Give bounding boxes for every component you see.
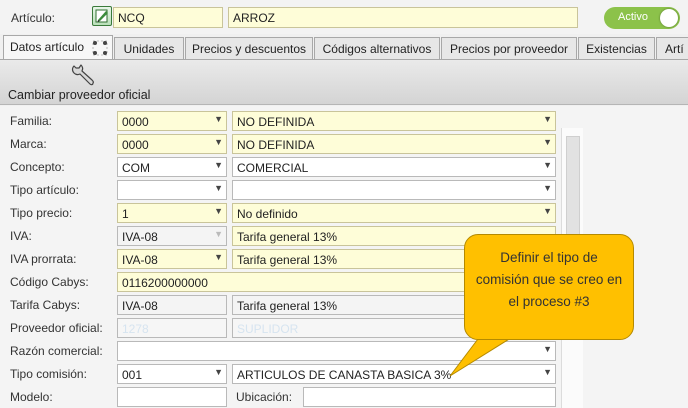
field-value: SUPLIDOR <box>237 322 299 336</box>
chevron-down-icon[interactable]: ▼ <box>543 160 552 170</box>
select-value: COMERCIAL <box>237 161 309 175</box>
select-value: NO DEFINIDA <box>237 138 315 152</box>
status-toggle-label: Activo <box>618 11 648 23</box>
select-value: 0000 <box>122 138 149 152</box>
modelo-field[interactable] <box>117 387 227 407</box>
tab-label: Códigos alternativos <box>322 42 432 56</box>
select-value: IVA-08 <box>122 253 158 267</box>
tab-codigos-alternativos[interactable]: Códigos alternativos <box>314 37 440 59</box>
chevron-down-icon[interactable]: ▼ <box>214 183 223 193</box>
familia-desc-select[interactable]: NO DEFINIDA ▼ <box>232 111 556 131</box>
field-value: Tarifa general 13% <box>237 299 338 313</box>
chevron-down-icon[interactable]: ▼ <box>543 137 552 147</box>
modelo-label: Modelo: <box>10 390 53 404</box>
tab-bar: Datos artículo Unidades Precios y descue… <box>0 35 688 60</box>
familia-label: Familia: <box>10 114 53 128</box>
wrench-icon[interactable] <box>70 63 96 87</box>
field-value: 0116200000000 <box>122 276 208 290</box>
chevron-down-icon[interactable]: ▼ <box>214 367 223 377</box>
iva-prorrata-label: IVA prorrata: <box>10 252 77 266</box>
field-value: Tarifa general 13% <box>237 253 338 267</box>
select-value: IVA-08 <box>122 230 158 244</box>
iva-label: IVA: <box>10 229 32 243</box>
chevron-down-icon[interactable]: ▼ <box>214 206 223 216</box>
select-value: 1 <box>122 207 129 221</box>
proveedor-oficial-code-field: 1278 <box>117 318 227 338</box>
article-code-field[interactable]: NCQ <box>113 7 223 28</box>
tab-existencias[interactable]: Existencias <box>578 37 655 59</box>
tab-unidades[interactable]: Unidades <box>114 37 184 59</box>
tipo-comision-label: Tipo comisión: <box>10 367 87 381</box>
tipo-precio-label: Tipo precio: <box>10 206 73 220</box>
chevron-down-icon[interactable]: ▼ <box>214 137 223 147</box>
tab-label: Precios por proveedor <box>449 42 569 56</box>
tab-precios-proveedor[interactable]: Precios por proveedor <box>441 37 577 59</box>
ubicacion-label: Ubicación: <box>236 390 293 404</box>
field-value: Tarifa general 13% <box>237 230 338 244</box>
concepto-code-select[interactable]: COM ▼ <box>117 157 227 177</box>
callout-text: Definir el tipo de comisión que se creo … <box>475 250 623 309</box>
tab-label: Precios y descuentos <box>191 42 307 56</box>
expand-icon[interactable] <box>92 40 108 56</box>
concepto-desc-select[interactable]: COMERCIAL ▼ <box>232 157 556 177</box>
tab-label: Existencias <box>586 42 647 56</box>
tab-label: Datos artículo <box>9 40 85 54</box>
cambiar-proveedor-button[interactable]: Cambiar proveedor oficial <box>8 88 150 102</box>
select-value: No definido <box>237 207 298 221</box>
select-value: COM <box>122 161 150 175</box>
chevron-down-icon[interactable]: ▼ <box>214 252 223 262</box>
select-value: NO DEFINIDA <box>237 115 315 129</box>
chevron-down-icon[interactable]: ▼ <box>543 114 552 124</box>
tab-label: Artí <box>665 42 684 56</box>
select-value: ARTICULOS DE CANASTA BASICA 3% <box>237 368 452 382</box>
tab-articulo-more[interactable]: Artí <box>656 37 688 59</box>
ubicacion-field[interactable] <box>303 387 556 407</box>
tipo-comision-code-select[interactable]: 001 ▼ <box>117 364 227 384</box>
iva-prorrata-code-select[interactable]: IVA-08 ▼ <box>117 249 227 269</box>
articulo-label: Artículo: <box>11 11 56 25</box>
codigo-cabys-label: Código Cabys: <box>10 275 89 289</box>
select-value: 001 <box>122 368 143 382</box>
status-toggle[interactable]: Activo <box>604 7 680 29</box>
concepto-label: Concepto: <box>10 160 65 174</box>
chevron-down-icon: ▼ <box>214 229 223 239</box>
tarifa-cabys-label: Tarifa Cabys: <box>10 298 81 312</box>
tipo-precio-code-select[interactable]: 1 ▼ <box>117 203 227 223</box>
tab-precios-descuentos[interactable]: Precios y descuentos <box>185 37 313 59</box>
proveedor-oficial-label: Proveedor oficial: <box>10 321 103 335</box>
tipo-articulo-code-select[interactable]: ▼ <box>117 180 227 200</box>
chevron-down-icon[interactable]: ▼ <box>214 114 223 124</box>
toggle-knob <box>660 9 678 27</box>
razon-comercial-label: Razón comercial: <box>10 344 103 358</box>
tipo-articulo-desc-select[interactable]: ▼ <box>232 180 556 200</box>
chevron-down-icon[interactable]: ▼ <box>543 206 552 216</box>
iva-code-select: IVA-08 ▼ <box>117 226 227 246</box>
familia-code-select[interactable]: 0000 ▼ <box>117 111 227 131</box>
marca-label: Marca: <box>10 137 47 151</box>
select-value: 0000 <box>122 115 149 129</box>
tipo-articulo-label: Tipo artículo: <box>10 183 79 197</box>
marca-code-select[interactable]: 0000 ▼ <box>117 134 227 154</box>
marca-desc-select[interactable]: NO DEFINIDA ▼ <box>232 134 556 154</box>
tipo-precio-desc-select[interactable]: No definido ▼ <box>232 203 556 223</box>
tab-label: Unidades <box>123 42 175 56</box>
article-name-field[interactable]: ARROZ <box>228 7 578 28</box>
chevron-down-icon[interactable]: ▼ <box>543 183 552 193</box>
field-value: 1278 <box>122 322 149 336</box>
edit-icon[interactable] <box>92 6 112 26</box>
chevron-down-icon[interactable]: ▼ <box>214 160 223 170</box>
field-value: IVA-08 <box>122 299 158 313</box>
tarifa-cabys-code-field: IVA-08 <box>117 295 227 315</box>
